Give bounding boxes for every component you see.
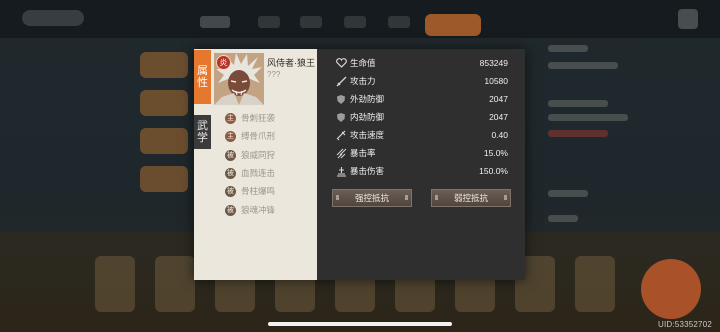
skill-type-icon: 主 [225,130,236,142]
background-logo [22,10,84,26]
shield-icon [335,93,347,105]
stat-value: 150.0% [479,166,508,176]
skill-item[interactable]: 主 缚骨爪刑 [225,130,275,142]
stat-row-attack: 攻击力 10580 [335,74,508,88]
stat-row-inner-defense: 内劲防御 2047 [335,110,508,124]
skill-item[interactable]: 主 骨刺狂袭 [225,112,275,124]
background-round-button [641,259,701,319]
weak-control-resist-button[interactable]: 弱控抵抗 [431,189,511,207]
stat-value: 10580 [484,76,508,86]
skill-type-icon: 主 [225,112,236,124]
stat-label: 暴击率 [350,148,376,158]
element-badge: 炎 [216,55,231,70]
background-text [548,62,618,69]
stat-label: 攻击速度 [350,130,385,140]
background-card [155,256,195,312]
skill-name: 血戮连击 [241,168,276,178]
skill-name: 狼威同狩 [241,150,276,160]
background-text [548,114,628,121]
character-panel: 属 性 武 学 炎 风侍者·狼王 ??? 主 骨刺狂袭 主 缚骨爪刑 被 狼威同… [194,49,317,280]
background-text [548,130,608,137]
background-list-item [140,166,188,192]
background-text [548,215,578,222]
skill-item[interactable]: 被 骨柱爆鸣 [225,185,275,197]
stat-row-crit-rate: 暴击率 15.0% [335,146,508,160]
background-list-item [140,52,188,78]
background-tab [200,16,230,28]
background-tab [258,16,280,28]
stat-value: 2047 [489,94,508,104]
speed-icon [335,129,347,141]
skill-item[interactable]: 被 狼威同狩 [225,149,275,161]
skill-name: 骨刺狂袭 [241,113,276,123]
skill-name: 缚骨爪刑 [241,131,276,141]
background-tab [388,16,410,28]
skill-type-icon: 被 [225,167,236,179]
tab-martial-arts-label-bottom: 学 [197,131,208,144]
stat-value: 15.0% [483,148,508,158]
stat-value: 0.40 [491,130,508,140]
background-text [548,45,588,52]
uid-label: UID:53352702 [658,320,712,329]
skill-name: 狼魂冲锋 [241,205,276,215]
character-name: 风侍者·狼王 [267,58,315,68]
stat-value: 853249 [479,58,508,68]
shield-icon [335,111,347,123]
stat-row-hp: 生命值 853249 [335,56,508,70]
stat-label: 暴击伤害 [350,166,385,176]
background-card [575,256,615,312]
crit-damage-icon [335,165,347,177]
heart-icon [335,57,347,69]
background-text [548,100,608,107]
background-list-item [140,128,188,154]
tab-attributes-label-bottom: 性 [197,76,208,89]
skill-type-icon: 被 [225,204,236,216]
character-subtitle: ??? [267,70,281,79]
crit-icon [335,147,347,159]
stat-label: 攻击力 [350,76,376,86]
skill-item[interactable]: 被 狼魂冲锋 [225,204,275,216]
background-orange-button [425,14,481,36]
background-settings-icon [678,9,698,29]
skill-item[interactable]: 被 血戮连击 [225,167,275,179]
skill-type-icon: 被 [225,185,236,197]
stat-row-outer-defense: 外劲防御 2047 [335,92,508,106]
sword-icon [335,75,347,87]
stat-label: 内劲防御 [350,112,385,122]
tab-attributes[interactable]: 属 性 [194,50,211,104]
background-list-item [140,90,188,116]
stat-row-crit-damage: 暴击伤害 150.0% [335,164,508,178]
character-attribute-popup: 属 性 武 学 炎 风侍者·狼王 ??? 主 骨刺狂袭 主 缚骨爪刑 被 狼威同… [194,49,525,280]
stat-label: 外劲防御 [350,94,385,104]
background-tab [300,16,322,28]
background-tab [344,16,366,28]
background-text [548,190,588,197]
skill-type-icon: 被 [225,149,236,161]
tab-martial-arts[interactable]: 武 学 [194,115,211,149]
home-indicator[interactable] [268,322,452,326]
background-card [95,256,135,312]
stat-value: 2047 [489,112,508,122]
stat-label: 生命值 [350,58,376,68]
stat-row-attack-speed: 攻击速度 0.40 [335,128,508,142]
strong-control-resist-button[interactable]: 强控抵抗 [332,189,412,207]
skill-name: 骨柱爆鸣 [241,186,276,196]
